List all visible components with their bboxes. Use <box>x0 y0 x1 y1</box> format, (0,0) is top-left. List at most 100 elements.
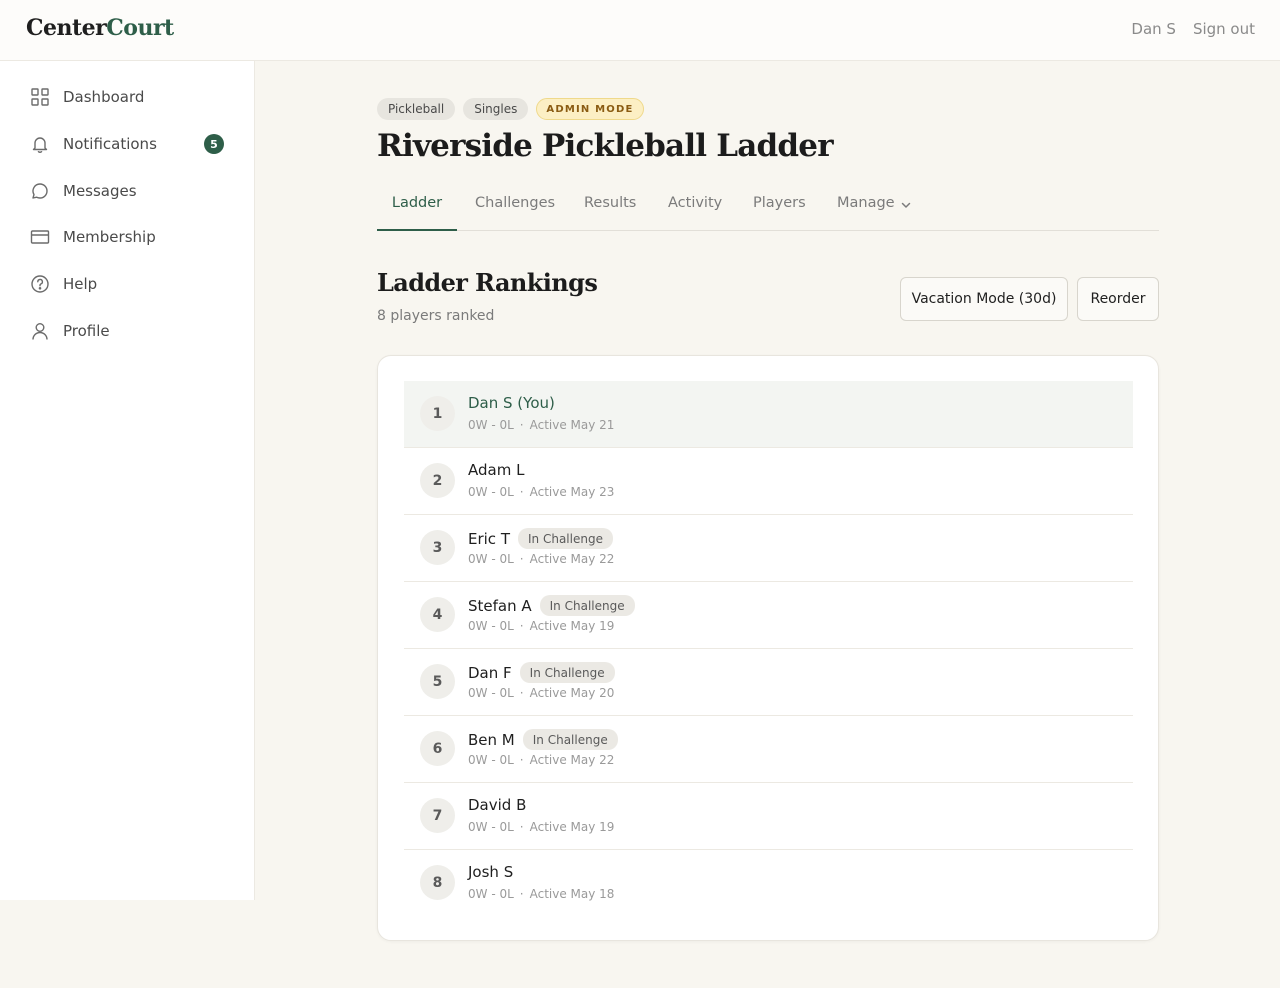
player-name-line: Eric T In Challenge <box>468 528 613 549</box>
rank-number: 1 <box>420 396 455 431</box>
player-meta: 0W - 0L · Active May 23 <box>468 485 614 499</box>
rank-number: 8 <box>420 865 455 900</box>
in-challenge-badge: In Challenge <box>518 528 613 549</box>
sign-out-link[interactable]: Sign out <box>1193 20 1255 38</box>
vacation-mode-button[interactable]: Vacation Mode (30d) <box>900 277 1068 321</box>
ranking-row[interactable]: 3 Eric T In Challenge 0W - 0L · Active May … <box>404 515 1133 582</box>
tab-results[interactable]: Results <box>584 183 636 231</box>
reorder-button[interactable]: Reorder <box>1077 277 1159 321</box>
admin-mode-badge: ADMIN MODE <box>536 98 644 120</box>
ladder-tabs: Ladder Challenges Results Activity Playe… <box>377 183 1159 231</box>
sidebar-item-label: Dashboard <box>63 88 145 106</box>
sidebar-item-label: Profile <box>63 322 110 340</box>
player-last-active: Active May 23 <box>529 485 615 499</box>
player-name-line: David B <box>468 796 526 814</box>
user-nav: Dan S Sign out <box>1131 20 1255 38</box>
sidebar-item-dashboard[interactable]: Dashboard <box>30 83 226 111</box>
rank-number: 4 <box>420 597 455 632</box>
player-meta: 0W - 0L · Active May 18 <box>468 887 614 901</box>
sidebar: Dashboard Notifications 5 Messages Membe… <box>0 61 255 900</box>
tab-activity[interactable]: Activity <box>668 183 722 231</box>
ranking-row[interactable]: 1 Dan S (You) 0W - 0L · Active May 21 <box>404 381 1133 448</box>
sidebar-item-help[interactable]: Help <box>30 270 226 298</box>
user-name-link[interactable]: Dan S <box>1131 20 1176 38</box>
ranking-row[interactable]: 5 Dan F In Challenge 0W - 0L · Active May 2… <box>404 649 1133 716</box>
tab-label: Results <box>584 195 637 211</box>
player-name-line: Dan F In Challenge <box>468 662 615 683</box>
player-record: 0W - 0L <box>468 887 514 901</box>
section-title: Ladder Rankings <box>377 268 598 297</box>
player-name[interactable]: Adam L <box>468 461 524 479</box>
chat-bubble-icon <box>30 181 50 201</box>
player-last-active: Active May 19 <box>529 820 615 834</box>
separator-dot: · <box>519 619 524 633</box>
rank-number: 5 <box>420 664 455 699</box>
tab-label: Activity <box>668 195 723 211</box>
sidebar-item-profile[interactable]: Profile <box>30 317 226 345</box>
ranking-row[interactable]: 6 Ben M In Challenge 0W - 0L · Active May 2… <box>404 716 1133 783</box>
user-icon <box>30 321 50 341</box>
rankings-card: 1 Dan S (You) 0W - 0L · Active May 21 2 Ad… <box>377 355 1159 941</box>
sport-chip: Pickleball <box>377 98 456 120</box>
rank-number: 3 <box>420 530 455 565</box>
player-name[interactable]: Dan S (You) <box>468 394 555 412</box>
sidebar-item-label: Notifications <box>63 135 157 153</box>
separator-dot: · <box>519 485 524 499</box>
ranking-row[interactable]: 4 Stefan A In Challenge 0W - 0L · Active Ma… <box>404 582 1133 649</box>
player-record: 0W - 0L <box>468 552 514 566</box>
tab-manage[interactable]: Manage <box>837 183 912 231</box>
separator-dot: · <box>519 418 524 432</box>
rank-number: 6 <box>420 731 455 766</box>
separator-dot: · <box>519 753 524 767</box>
in-challenge-badge: In Challenge <box>539 595 635 616</box>
player-last-active: Active May 21 <box>529 418 615 432</box>
separator-dot: · <box>519 552 524 566</box>
rank-number: 7 <box>420 798 455 833</box>
tab-ladder[interactable]: Ladder <box>377 183 457 231</box>
tab-challenges[interactable]: Challenges <box>475 183 555 231</box>
player-name-line: Ben M In Challenge <box>468 729 618 750</box>
player-name[interactable]: Eric T <box>468 530 510 548</box>
ranking-row[interactable]: 8 Josh S 0W - 0L · Active May 18 <box>404 850 1133 917</box>
notification-count-badge: 5 <box>204 134 224 154</box>
grid-icon <box>30 87 50 107</box>
players-ranked-count: 8 players ranked <box>377 308 495 324</box>
player-last-active: Active May 20 <box>529 686 615 700</box>
tab-label: Players <box>753 195 806 211</box>
question-circle-icon <box>30 274 50 294</box>
player-name[interactable]: Stefan A <box>468 597 532 615</box>
separator-dot: · <box>519 887 524 901</box>
sidebar-item-notifications[interactable]: Notifications 5 <box>30 130 226 158</box>
player-record: 0W - 0L <box>468 686 514 700</box>
ranking-row[interactable]: 2 Adam L 0W - 0L · Active May 23 <box>404 448 1133 515</box>
player-name[interactable]: Josh S <box>468 863 513 881</box>
player-name-line: Josh S <box>468 863 513 881</box>
separator-dot: · <box>519 820 524 834</box>
player-name[interactable]: Dan F <box>468 664 512 682</box>
chevron-down-icon <box>901 202 910 208</box>
format-chip: Singles <box>463 98 529 120</box>
player-record: 0W - 0L <box>468 619 514 633</box>
player-record: 0W - 0L <box>468 485 514 499</box>
tab-label: Manage <box>837 195 895 211</box>
player-meta: 0W - 0L · Active May 21 <box>468 418 614 432</box>
sidebar-item-membership[interactable]: Membership <box>30 223 226 251</box>
logo-text-center: Center <box>26 15 107 41</box>
sidebar-item-messages[interactable]: Messages <box>30 177 226 205</box>
logo[interactable]: CenterCourt <box>26 15 174 41</box>
tab-label: Challenges <box>475 195 556 211</box>
player-last-active: Active May 22 <box>529 552 615 566</box>
in-challenge-badge: In Challenge <box>519 662 615 683</box>
tab-players[interactable]: Players <box>753 183 806 231</box>
player-record: 0W - 0L <box>468 418 514 432</box>
player-name[interactable]: Ben M <box>468 731 515 749</box>
player-name[interactable]: David B <box>468 796 526 814</box>
separator-dot: · <box>519 686 524 700</box>
page-title: Riverside Pickleball Ladder <box>377 128 834 164</box>
player-name-line: Adam L <box>468 461 524 479</box>
sidebar-item-label: Membership <box>63 228 156 246</box>
player-record: 0W - 0L <box>468 753 514 767</box>
player-meta: 0W - 0L · Active May 22 <box>468 552 614 566</box>
top-bar: CenterCourt Dan S Sign out <box>0 0 1280 61</box>
ranking-row[interactable]: 7 David B 0W - 0L · Active May 19 <box>404 783 1133 850</box>
